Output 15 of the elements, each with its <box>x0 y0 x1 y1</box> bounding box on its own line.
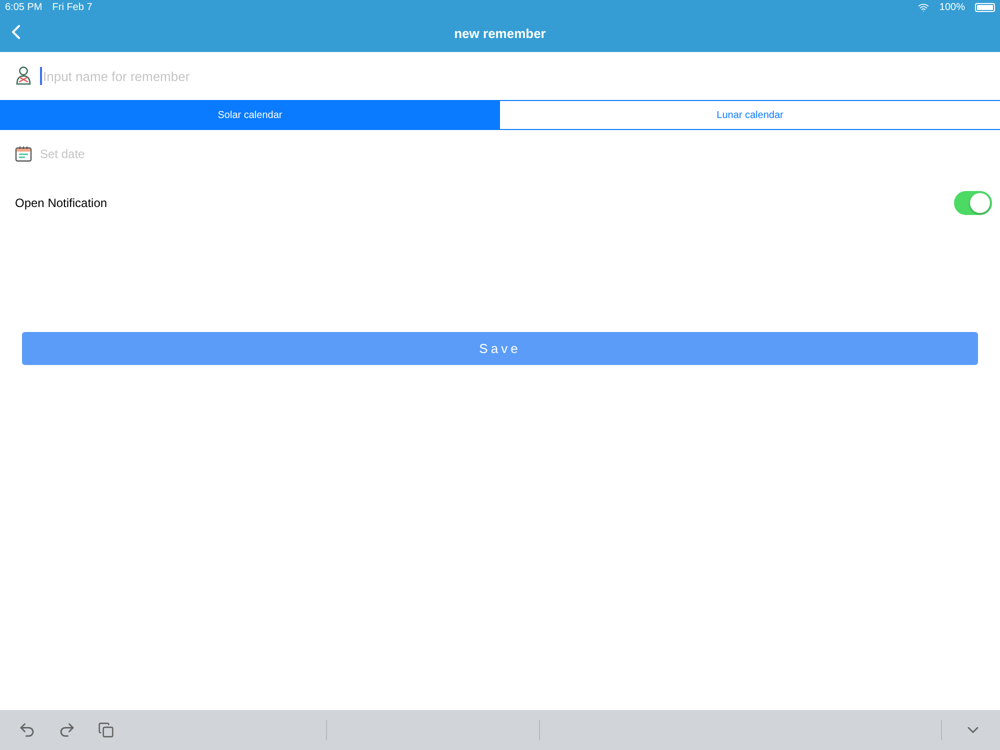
calendar-icon <box>15 146 32 162</box>
calendar-tab[interactable]: Solar calendar <box>0 101 500 129</box>
notification-toggle[interactable] <box>954 191 992 215</box>
save-button[interactable]: Save <box>22 332 978 365</box>
notification-label: Open Notification <box>15 196 108 210</box>
person-icon <box>15 66 32 86</box>
battery-icon <box>975 2 995 12</box>
redo-icon[interactable] <box>58 721 76 739</box>
page-title: new remember <box>454 26 546 40</box>
status-date: Fri Feb 7 <box>52 2 92 12</box>
battery-percent: 100% <box>939 2 965 12</box>
undo-icon[interactable] <box>18 721 36 739</box>
status-time: 6:05 PM <box>5 2 42 12</box>
copy-icon[interactable] <box>98 722 114 738</box>
wifi-icon <box>918 2 930 12</box>
